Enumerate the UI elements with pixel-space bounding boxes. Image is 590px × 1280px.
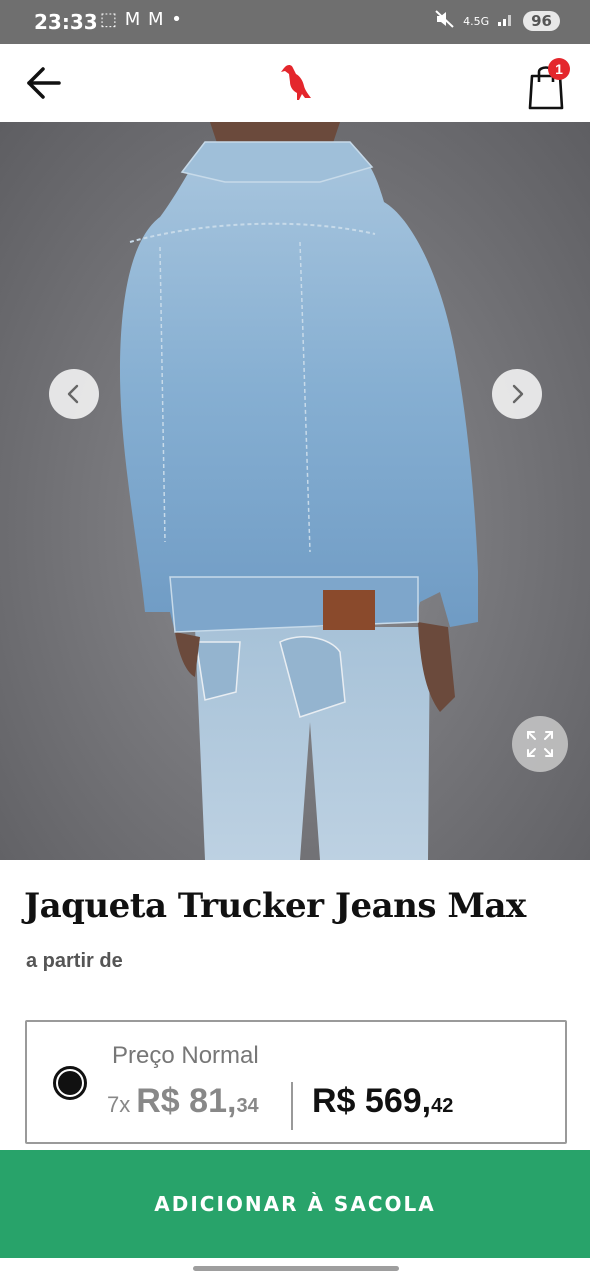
status-bar: 23:33 ⬚ M M • 4.5G 96	[0, 0, 590, 44]
installment-value: R$ 81,	[136, 1082, 237, 1120]
brand-logo[interactable]	[272, 60, 318, 106]
gesture-nav-handle[interactable]	[193, 1266, 399, 1271]
expand-image-button[interactable]	[512, 716, 568, 772]
add-to-bag-button[interactable]: ADICIONAR À SACOLA	[0, 1150, 590, 1258]
signal-icon	[497, 11, 515, 31]
installment-count: 7x	[107, 1092, 131, 1117]
product-title: Jaqueta Trucker Jeans Max	[24, 886, 526, 926]
price-option-label: Preço Normal	[112, 1042, 259, 1069]
battery-indicator: 96	[523, 11, 560, 31]
status-time: 23:33	[34, 10, 98, 34]
price-option-radio[interactable]	[53, 1066, 87, 1100]
shopping-bag-button[interactable]: 1	[520, 56, 576, 112]
price-divider	[291, 1082, 293, 1130]
total-price: R$ 569, 42	[312, 1082, 453, 1121]
product-photo	[120, 122, 478, 860]
chevron-right-icon	[512, 384, 524, 404]
back-button[interactable]	[18, 58, 68, 108]
network-label: 4.5G	[463, 14, 490, 28]
product-image-gallery[interactable]	[0, 122, 590, 860]
mute-icon	[435, 10, 455, 32]
app-header: 1	[0, 44, 590, 122]
installment-price: 7x R$ 81, 34	[107, 1082, 259, 1121]
bag-count-badge: 1	[548, 58, 570, 80]
notification-icons: ⬚ M M •	[100, 9, 183, 30]
installment-cents: 34	[236, 1095, 259, 1117]
status-right: 4.5G 96	[435, 10, 560, 32]
gallery-next-button[interactable]	[492, 369, 542, 419]
expand-icon	[527, 731, 553, 757]
chevron-left-icon	[67, 384, 79, 404]
total-value: R$ 569,	[312, 1082, 432, 1120]
arrow-left-icon	[27, 67, 61, 99]
radio-selected-dot	[58, 1071, 82, 1095]
price-prefix: a partir de	[26, 950, 123, 972]
total-cents: 42	[431, 1095, 454, 1117]
pelican-logo-icon	[281, 64, 311, 100]
price-option-card[interactable]: Preço Normal 7x R$ 81, 34 R$ 569, 42	[25, 1020, 567, 1144]
gallery-prev-button[interactable]	[49, 369, 99, 419]
